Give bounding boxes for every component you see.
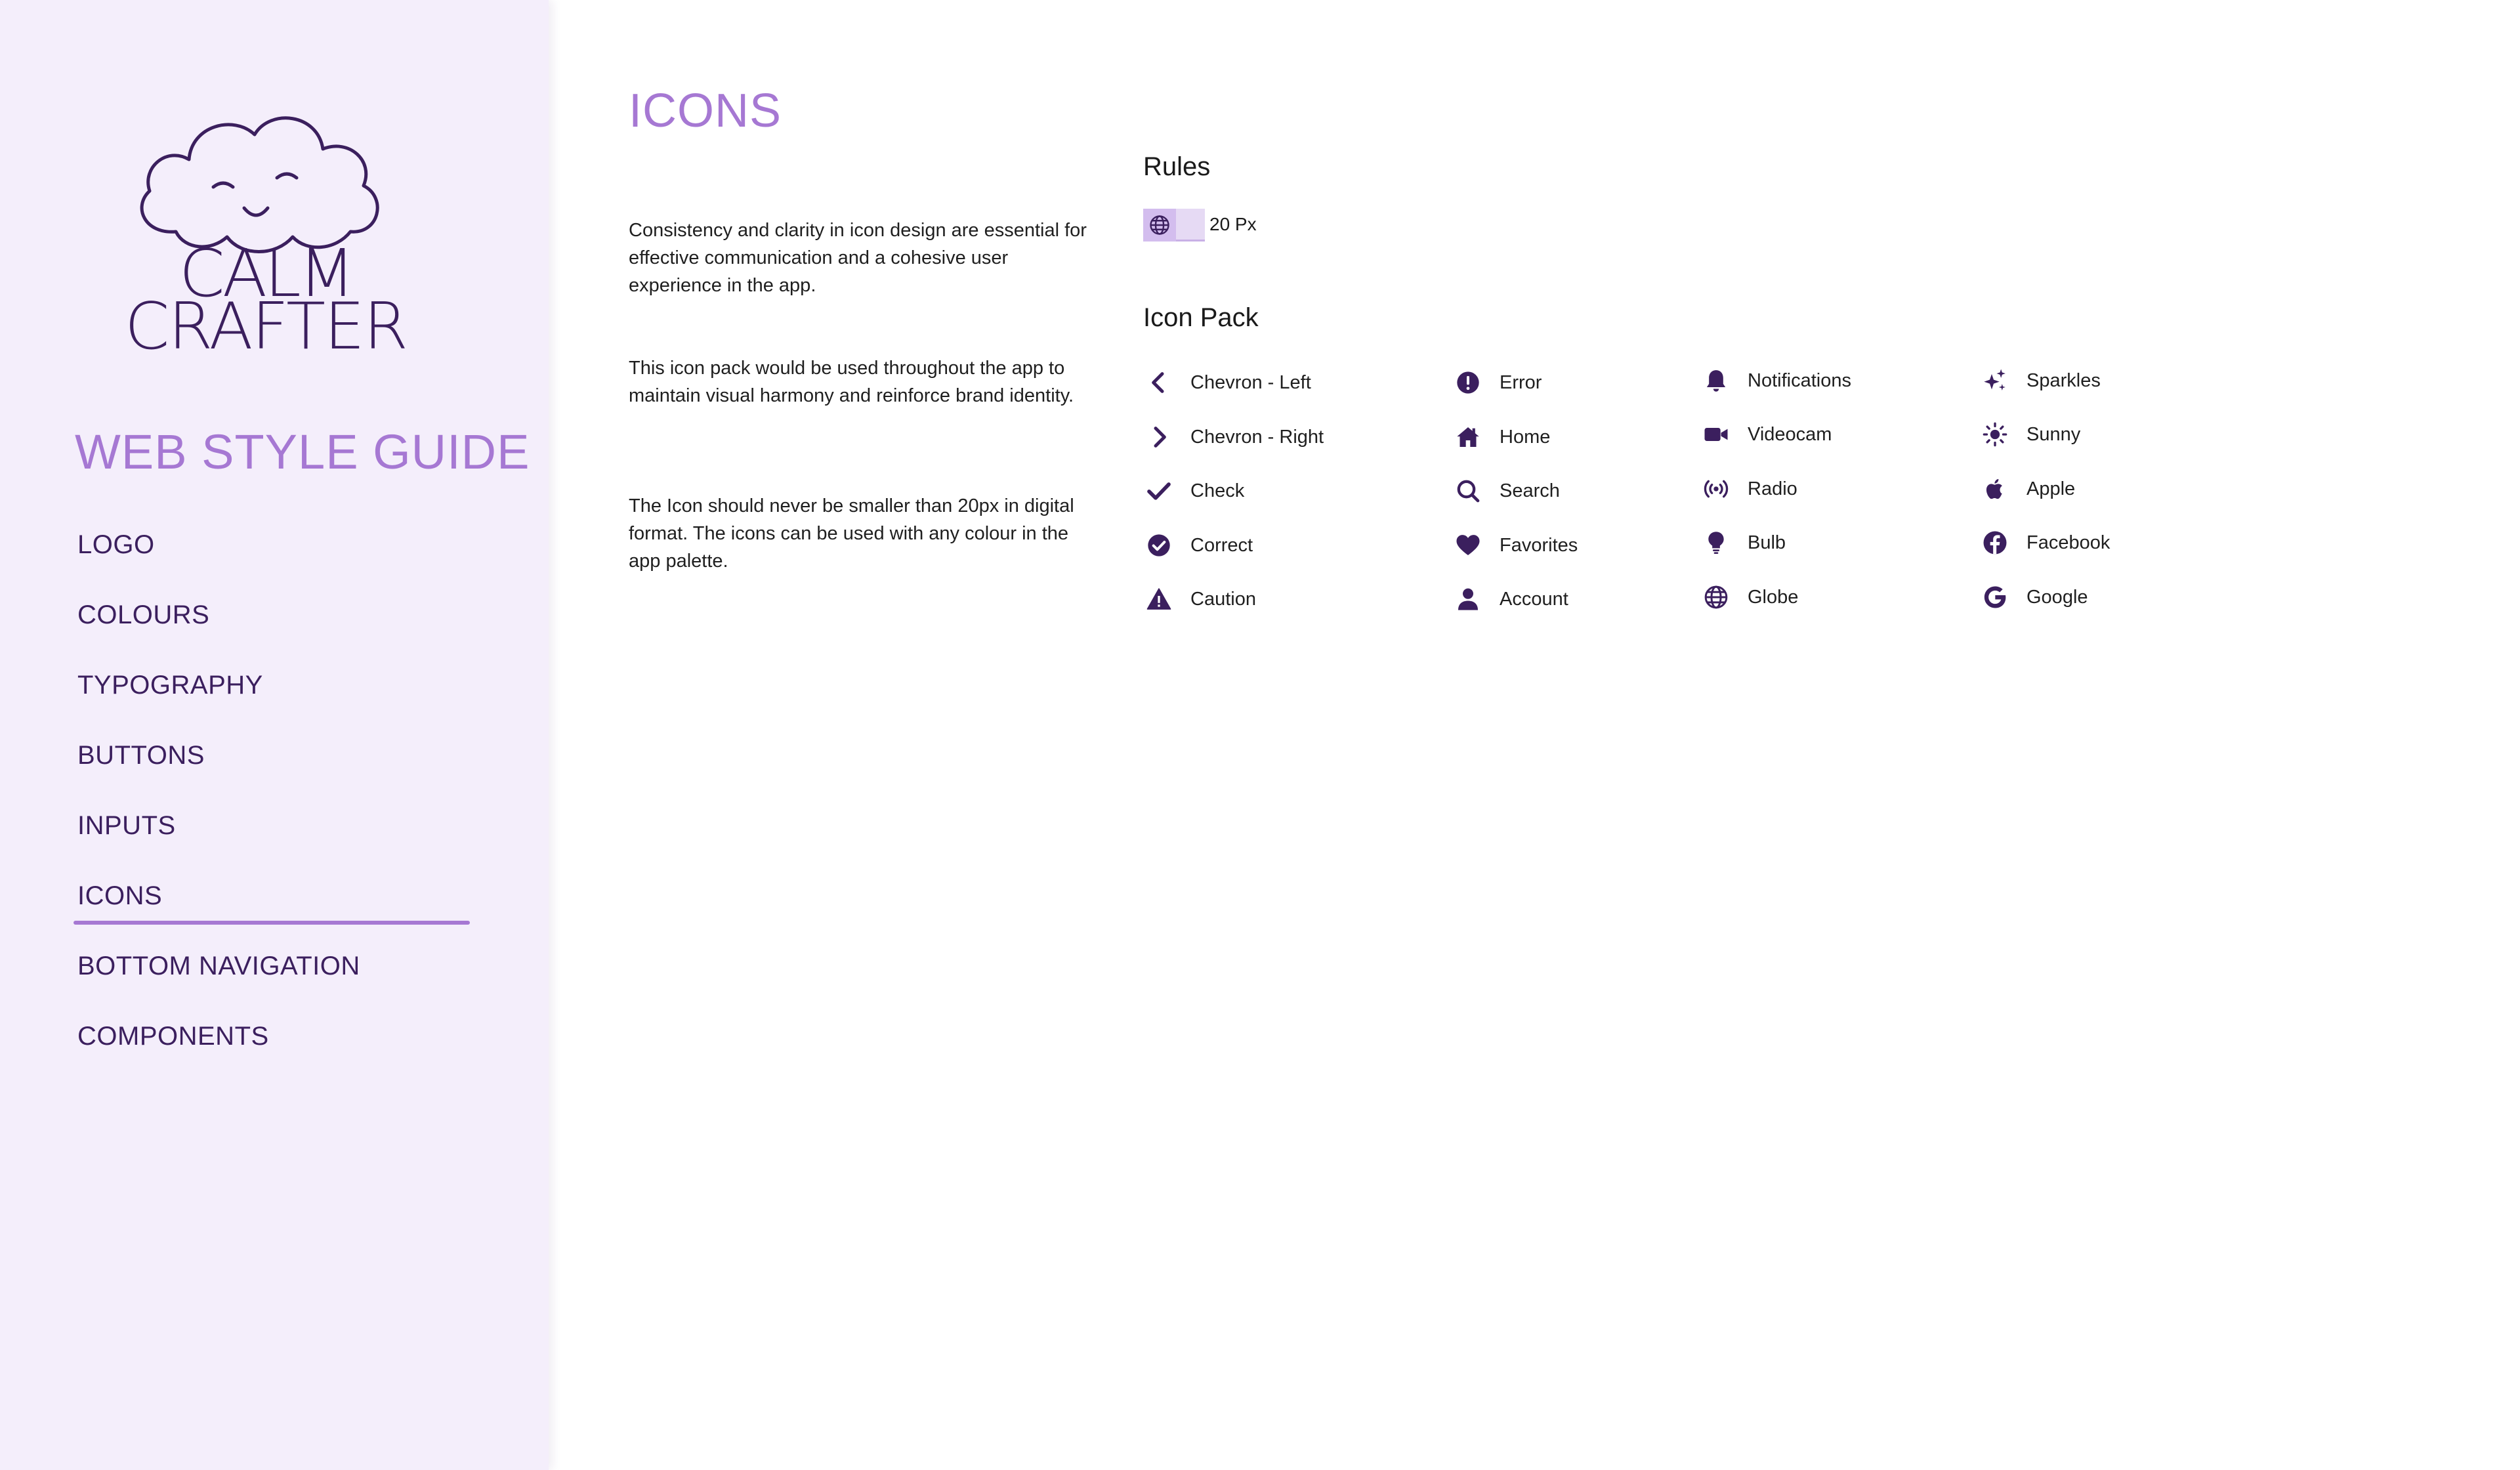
chevron-left-icon [1144, 368, 1173, 397]
description-paragraph-3: The Icon should never be smaller than 20… [629, 495, 1074, 572]
icon-item-account[interactable]: Account [1454, 583, 1568, 616]
icon-label: Error [1500, 371, 1542, 393]
icon-label: Account [1500, 588, 1568, 610]
page-title: ICONS [629, 85, 782, 137]
icon-item-check[interactable]: Check [1144, 474, 1244, 507]
sparkles-icon [1981, 366, 2009, 395]
sidebar-nav: LOGO COLOURS TYPOGRAPHY BUTTONS INPUTS I… [74, 530, 470, 1092]
sunny-icon [1981, 420, 2009, 449]
icon-label: Home [1500, 426, 1551, 448]
bulb-icon [1702, 528, 1731, 557]
icon-item-error[interactable]: Error [1454, 366, 1542, 399]
icon-item-sparkles[interactable]: Sparkles [1981, 364, 2101, 397]
icon-item-facebook[interactable]: Facebook [1981, 526, 2110, 559]
globe-icon [1702, 583, 1731, 612]
search-icon [1454, 476, 1482, 505]
icon-item-chevron-right[interactable]: Chevron - Right [1144, 421, 1324, 453]
icon-item-sunny[interactable]: Sunny [1981, 418, 2080, 451]
icon-item-notifications[interactable]: Notifications [1702, 364, 1851, 397]
icon-item-bulb[interactable]: Bulb [1702, 526, 1786, 559]
icon-label: Bulb [1748, 532, 1786, 553]
nav-item-typography[interactable]: TYPOGRAPHY [77, 671, 360, 741]
nav-item-components[interactable]: COMPONENTS [77, 1022, 360, 1092]
icon-label: Sparkles [2026, 369, 2101, 391]
icon-item-globe[interactable]: Globe [1702, 581, 1798, 614]
notifications-icon [1702, 366, 1731, 395]
nav-item-icons[interactable]: ICONS [74, 881, 470, 952]
radio-icon [1702, 474, 1731, 503]
rules-heading: Rules [1143, 152, 1211, 181]
account-icon [1454, 585, 1482, 614]
calm-crafter-logo[interactable]: CALM CRAFTER [98, 62, 433, 351]
icon-label: Correct [1190, 534, 1253, 556]
icon-label: Radio [1748, 478, 1797, 499]
icon-label: Search [1500, 480, 1560, 501]
google-icon [1981, 583, 2009, 612]
description-paragraph-2: This icon pack would be used throughout … [629, 358, 1074, 406]
icon-label: Caution [1190, 588, 1256, 610]
icon-label: Chevron - Left [1190, 371, 1311, 393]
icon-label: Notifications [1748, 369, 1851, 391]
icon-label: Google [2026, 586, 2088, 608]
icon-item-apple[interactable]: Apple [1981, 472, 2075, 505]
icon-item-search[interactable]: Search [1454, 474, 1560, 507]
icon-label: Globe [1748, 586, 1799, 608]
check-icon [1144, 476, 1173, 505]
icon-label: Videocam [1748, 423, 1832, 445]
globe-icon [1143, 209, 1176, 242]
home-icon [1454, 423, 1482, 452]
error-icon [1454, 368, 1482, 397]
icon-label: Sunny [2026, 423, 2081, 445]
nav-item-inputs[interactable]: INPUTS [77, 811, 360, 881]
nav-item-colours[interactable]: COLOURS [77, 600, 360, 671]
icon-label: Apple [2026, 478, 2076, 499]
nav-item-logo[interactable]: LOGO [77, 530, 360, 600]
rule-size-label: 20 Px [1209, 214, 1257, 234]
style-guide-title: WEB STYLE GUIDE [75, 425, 530, 479]
icon-item-chevron-left[interactable]: Chevron - Left [1144, 366, 1311, 399]
icon-item-home[interactable]: Home [1454, 421, 1550, 453]
icon-item-favorites[interactable]: Favorites [1454, 529, 1578, 562]
icon-label: Facebook [2026, 532, 2110, 553]
icon-item-caution[interactable]: Caution [1144, 583, 1256, 616]
description-paragraph-1: Consistency and clarity in icon design a… [629, 220, 1087, 296]
icon-pack-heading: Icon Pack [1143, 303, 1259, 332]
sidebar: CALM CRAFTER WEB STYLE GUIDE LOGO COLOUR… [0, 0, 549, 1470]
apple-icon [1981, 474, 2009, 503]
icon-item-videocam[interactable]: Videocam [1702, 418, 1832, 451]
icon-item-correct[interactable]: Correct [1144, 529, 1253, 562]
rule-size-sample [1143, 209, 1205, 242]
icon-label: Chevron - Right [1190, 426, 1324, 448]
logo-text-line2: CRAFTER [125, 289, 407, 351]
nav-item-buttons[interactable]: BUTTONS [77, 741, 360, 811]
chevron-right-icon [1144, 423, 1173, 452]
videocam-icon [1702, 420, 1731, 449]
correct-icon [1144, 531, 1173, 560]
icon-label: Check [1190, 480, 1245, 501]
icon-item-google[interactable]: Google [1981, 581, 2088, 614]
nav-item-bottom-navigation[interactable]: BOTTOM NAVIGATION [77, 952, 360, 1022]
caution-icon [1144, 585, 1173, 614]
favorites-icon [1454, 531, 1482, 560]
icon-label: Favorites [1500, 534, 1578, 556]
facebook-icon [1981, 528, 2009, 557]
icon-item-radio[interactable]: Radio [1702, 472, 1797, 505]
